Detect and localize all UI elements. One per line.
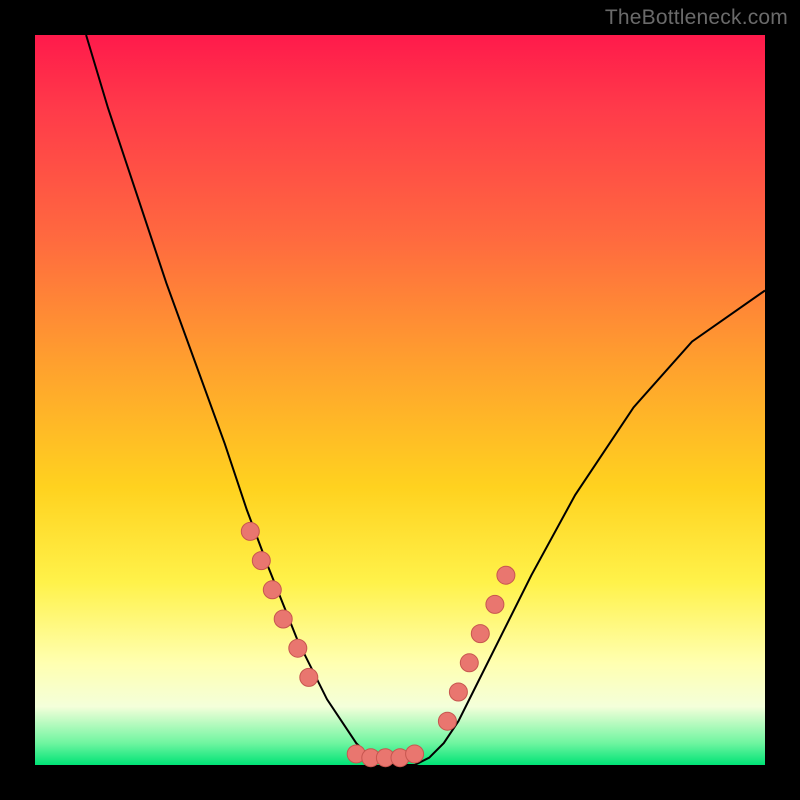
data-point-marker: [438, 712, 456, 730]
chart-frame: TheBottleneck.com: [0, 0, 800, 800]
data-point-marker: [471, 625, 489, 643]
data-point-marker: [300, 668, 318, 686]
plot-area: [35, 35, 765, 765]
data-point-marker: [241, 522, 259, 540]
data-point-marker: [449, 683, 467, 701]
data-point-marker: [460, 654, 478, 672]
data-point-marker: [252, 552, 270, 570]
watermark-text: TheBottleneck.com: [605, 6, 788, 30]
bottleneck-curve: [86, 35, 765, 765]
data-point-marker: [289, 639, 307, 657]
data-point-marker: [263, 581, 281, 599]
curve-svg: [35, 35, 765, 765]
data-markers: [241, 522, 515, 766]
data-point-marker: [486, 595, 504, 613]
data-point-marker: [406, 745, 424, 763]
data-point-marker: [274, 610, 292, 628]
data-point-marker: [497, 566, 515, 584]
